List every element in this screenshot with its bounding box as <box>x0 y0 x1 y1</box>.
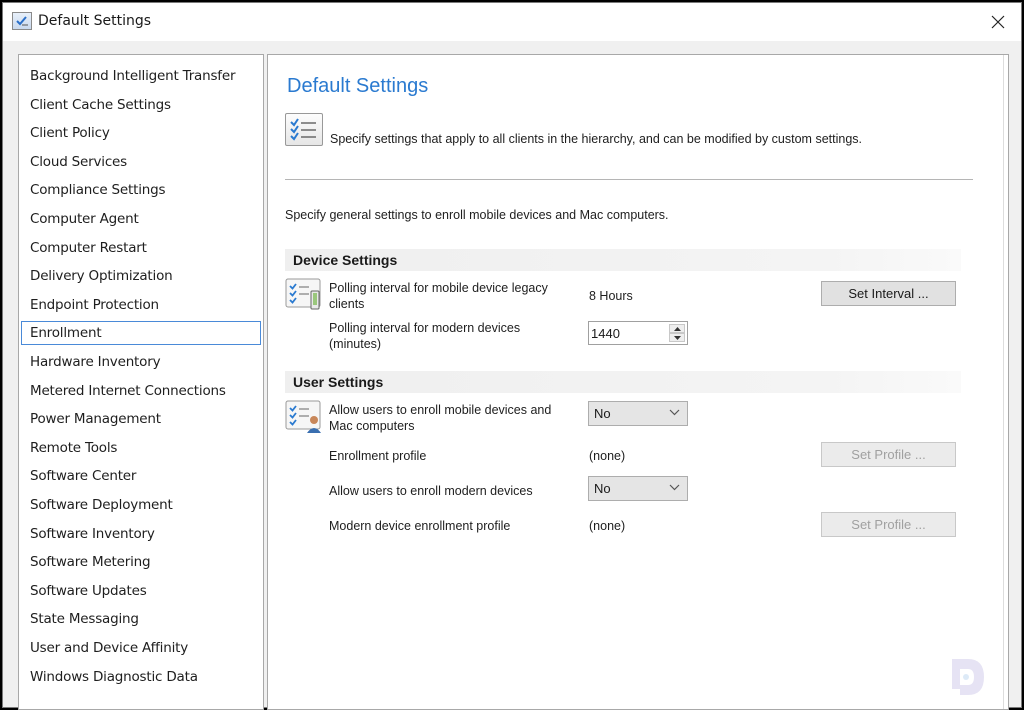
allow-mobile-enrollment-value: No <box>594 406 611 421</box>
sidebar-item-user-and-device-affinity[interactable]: User and Device Affinity <box>21 636 261 660</box>
sidebar-item-software-metering[interactable]: Software Metering <box>21 550 261 574</box>
sidebar-item-software-updates[interactable]: Software Updates <box>21 579 261 603</box>
title-bar: Default Settings <box>3 3 1021 41</box>
decrement-button[interactable] <box>669 333 685 342</box>
user-settings-header: User Settings <box>285 371 961 393</box>
settings-category-list[interactable]: Background Intelligent Transfer Client C… <box>18 54 264 710</box>
chevron-down-icon <box>669 484 680 491</box>
scroll-edge <box>1003 55 1004 709</box>
checklist-icon <box>285 113 323 146</box>
sidebar-item-software-center[interactable]: Software Center <box>21 464 261 488</box>
page-description: Specify settings that apply to all clien… <box>330 132 862 146</box>
sidebar-item-computer-restart[interactable]: Computer Restart <box>21 236 261 260</box>
sidebar-item-software-inventory[interactable]: Software Inventory <box>21 522 261 546</box>
sidebar-item-client-policy[interactable]: Client Policy <box>21 121 261 145</box>
set-interval-button[interactable]: Set Interval ... <box>821 281 956 306</box>
allow-modern-enrollment-value: No <box>594 481 611 496</box>
modern-polling-interval-label: Polling interval for modern devices (min… <box>329 321 521 351</box>
legacy-polling-interval-value: 8 Hours <box>589 289 633 303</box>
modern-polling-interval-input[interactable] <box>591 324 665 342</box>
allow-modern-enrollment-label: Allow users to enroll modern devices <box>329 484 533 498</box>
settings-checklist-icon <box>12 12 32 30</box>
close-icon <box>991 15 1005 29</box>
allow-modern-enrollment-dropdown[interactable]: No <box>588 476 688 501</box>
arrow-down-icon <box>673 335 681 340</box>
enrollment-profile-value: (none) <box>589 449 626 463</box>
sidebar-item-enrollment[interactable]: Enrollment <box>21 321 261 346</box>
sidebar-item-hardware-inventory[interactable]: Hardware Inventory <box>21 350 261 374</box>
section-description: Specify general settings to enroll mobil… <box>285 208 669 222</box>
user-settings-icon <box>285 399 325 435</box>
sidebar-item-power-management[interactable]: Power Management <box>21 407 261 431</box>
sidebar-item-software-deployment[interactable]: Software Deployment <box>21 493 261 517</box>
sidebar-item-endpoint-protection[interactable]: Endpoint Protection <box>21 293 261 317</box>
sidebar-item-compliance-settings[interactable]: Compliance Settings <box>21 178 261 202</box>
sidebar-item-cloud-services[interactable]: Cloud Services <box>21 150 261 174</box>
allow-mobile-enrollment-label: Allow users to enroll mobile devices and… <box>329 403 552 433</box>
set-modern-profile-button[interactable]: Set Profile ... <box>821 512 956 537</box>
settings-content-panel: Default Settings Specify settings that a… <box>267 54 1009 710</box>
close-button[interactable] <box>975 3 1021 41</box>
sidebar-item-state-messaging[interactable]: State Messaging <box>21 607 261 631</box>
watermark-logo-icon <box>946 655 988 697</box>
default-settings-window: Default Settings Background Intelligent … <box>2 2 1022 710</box>
sidebar-item-computer-agent[interactable]: Computer Agent <box>21 207 261 231</box>
window-title: Default Settings <box>38 13 152 29</box>
modern-polling-interval-stepper[interactable] <box>588 321 688 345</box>
divider <box>285 179 973 180</box>
increment-button[interactable] <box>669 324 685 333</box>
page-title: Default Settings <box>287 75 429 97</box>
device-settings-icon <box>285 277 325 313</box>
set-enrollment-profile-button[interactable]: Set Profile ... <box>821 442 956 467</box>
sidebar-item-remote-tools[interactable]: Remote Tools <box>21 436 261 460</box>
device-settings-header: Device Settings <box>285 249 961 271</box>
sidebar-item-metered-internet-connections[interactable]: Metered Internet Connections <box>21 379 261 403</box>
chevron-down-icon <box>669 409 680 416</box>
modern-enrollment-profile-value: (none) <box>589 519 626 533</box>
sidebar-item-windows-diagnostic-data[interactable]: Windows Diagnostic Data <box>21 665 261 689</box>
sidebar-item-client-cache-settings[interactable]: Client Cache Settings <box>21 93 261 117</box>
sidebar-item-delivery-optimization[interactable]: Delivery Optimization <box>21 264 261 288</box>
allow-mobile-enrollment-dropdown[interactable]: No <box>588 401 688 426</box>
legacy-polling-interval-label: Polling interval for mobile device legac… <box>329 281 548 311</box>
modern-enrollment-profile-label: Modern device enrollment profile <box>329 519 511 533</box>
enrollment-profile-label: Enrollment profile <box>329 449 427 463</box>
arrow-up-icon <box>673 326 681 331</box>
sidebar-item-background-intelligent-transfer[interactable]: Background Intelligent Transfer <box>21 64 261 88</box>
